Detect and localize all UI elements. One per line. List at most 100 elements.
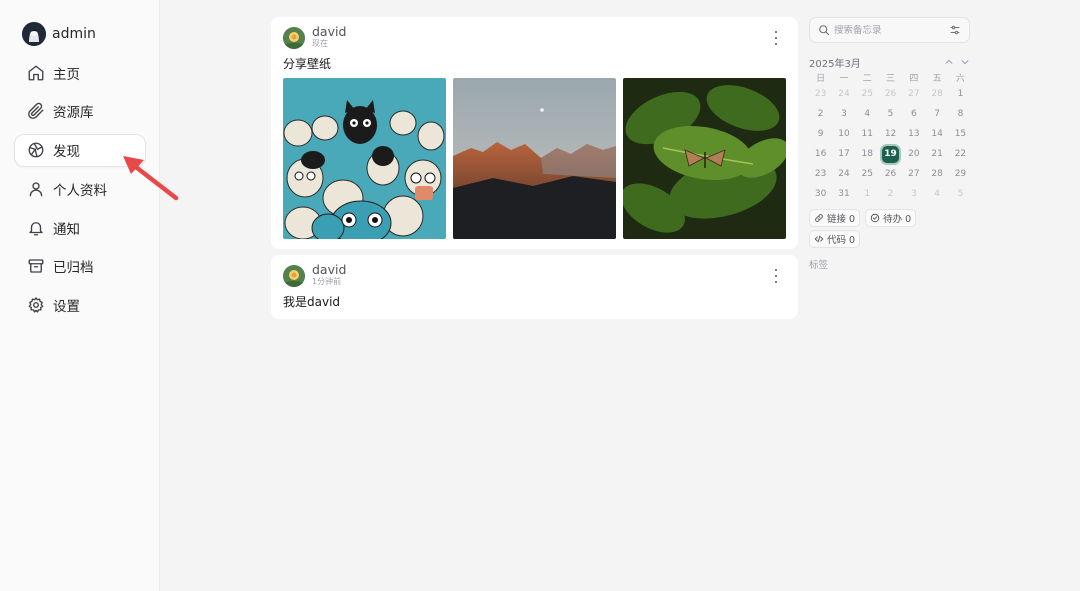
calendar-day[interactable]: 21 [925,144,948,164]
sidebar-item-notifications[interactable]: 通知 [14,211,146,244]
calendar-day[interactable]: 15 [949,124,972,144]
search-box [809,17,970,43]
memo-image-cats[interactable] [283,78,446,239]
user-icon [27,180,45,198]
sidebar-item-label: 通知 [53,221,80,238]
calendar-day-label: 16 [814,149,827,159]
calendar-day[interactable]: 17 [832,144,855,164]
memo-image-butterfly[interactable] [623,78,786,239]
calendar-day[interactable]: 26 [879,84,902,104]
calendar-day[interactable]: 9 [809,124,832,144]
calendar-day[interactable]: 12 [879,124,902,144]
calendar-day[interactable]: 24 [832,84,855,104]
sidebar-item-settings[interactable]: 设置 [14,289,146,322]
memo-time: 1分钟前 [312,276,342,286]
calendar-day-label: 27 [908,89,920,99]
memo-images [283,78,786,239]
calendar-day-label: 7 [934,109,940,119]
memo-author[interactable]: david [312,263,346,277]
calendar-day[interactable]: 23 [809,84,832,104]
calendar-day[interactable]: 5 [949,184,972,204]
calendar-day[interactable]: 6 [902,104,925,124]
avatar[interactable] [283,27,305,49]
calendar-day-label: 28 [931,169,943,179]
calendar-day-label: 26 [884,169,897,179]
gear-icon [27,296,45,314]
calendar-day-label: 18 [861,149,873,159]
stat-links[interactable]: 链接 0 [809,209,861,227]
calendar-day-label: 14 [931,129,943,139]
calendar-day[interactable]: 25 [856,164,879,184]
calendar-day[interactable]: 1 [949,84,972,104]
calendar-day[interactable]: 23 [809,164,832,184]
more-vertical-icon[interactable] [770,269,782,283]
calendar-day[interactable]: 4 [856,104,879,124]
calendar-day[interactable]: 26 [879,164,902,184]
calendar-weekday: 一 [839,73,849,84]
calendar-day[interactable]: 3 [832,104,855,124]
avatar [22,22,46,46]
calendar-day[interactable]: 4 [925,184,948,204]
calendar-day-label: 1 [957,89,964,99]
home-icon [27,64,45,82]
calendar-day[interactable]: 31 [832,184,855,204]
memo-image-mountains[interactable] [453,78,616,239]
calendar-day[interactable]: 29 [949,164,972,184]
calendar-day-label: 5 [957,189,964,199]
search-input[interactable] [834,24,944,36]
calendar-day[interactable]: 5 [879,104,902,124]
calendar-day[interactable]: 11 [856,124,879,144]
calendar-day-label: 15 [954,129,967,139]
calendar-day[interactable]: 3 [902,184,925,204]
sidebar-item-archived[interactable]: 已归档 [14,250,146,283]
calendar-day[interactable]: 24 [832,164,855,184]
calendar-day[interactable]: 1 [856,184,879,204]
calendar-weekday: 三 [886,73,896,84]
calendar-day[interactable]: 30 [809,184,832,204]
calendar-day[interactable]: 2 [879,184,902,204]
calendar-day[interactable]: 25 [856,84,879,104]
sidebar-item-resources[interactable]: 资源库 [14,95,146,128]
calendar-day[interactable]: 27 [902,84,925,104]
check-circle-icon [870,213,880,223]
calendar-day-label: 30 [814,189,827,199]
calendar-day[interactable]: 22 [949,144,972,164]
stat-todos[interactable]: 待办 0 [865,209,917,227]
chevron-up-icon[interactable] [944,57,954,67]
calendar-day-label: 23 [814,169,827,179]
calendar-day[interactable]: 10 [832,124,855,144]
calendar-day[interactable]: 13 [902,124,925,144]
more-vertical-icon[interactable] [770,31,782,45]
memo-author[interactable]: david [312,25,346,39]
calendar-day-label: 8 [957,109,964,119]
calendar-day-label: 3 [910,189,917,199]
filter-settings-icon[interactable] [949,24,961,36]
avatar[interactable] [283,265,305,287]
memo-meta: david 现在 [312,25,346,48]
chevron-down-icon[interactable] [960,57,970,67]
calendar-day[interactable]: 2 [809,104,832,124]
calendar-day[interactable]: 19 [879,144,902,164]
calendar-day[interactable]: 18 [856,144,879,164]
calendar-day-label: 29 [954,169,967,179]
calendar-day[interactable]: 14 [925,124,948,144]
link-icon [814,213,824,223]
calendar-day[interactable]: 7 [925,104,948,124]
calendar-day[interactable]: 20 [902,144,925,164]
memo-stats: 链接 0 待办 0 代码 0 [809,209,929,248]
memo-header: david 现在 [283,25,786,51]
calendar-day[interactable]: 28 [925,164,948,184]
memo-card: david 现在 分享壁纸 [271,17,798,249]
sidebar-item-home[interactable]: 主页 [14,56,146,89]
calendar-day[interactable]: 16 [809,144,832,164]
calendar-day-label: 23 [814,89,827,99]
calendar-day-label: 11 [861,129,873,139]
calendar-day[interactable]: 28 [925,84,948,104]
calendar-day[interactable]: 27 [902,164,925,184]
calendar-header: 2025年3月 [809,56,970,70]
calendar-day[interactable]: 8 [949,104,972,124]
stat-code[interactable]: 代码 0 [809,230,861,248]
calendar-nav [944,57,970,67]
calendar-weekday: 四 [909,73,919,84]
user-profile[interactable]: admin [22,22,96,46]
